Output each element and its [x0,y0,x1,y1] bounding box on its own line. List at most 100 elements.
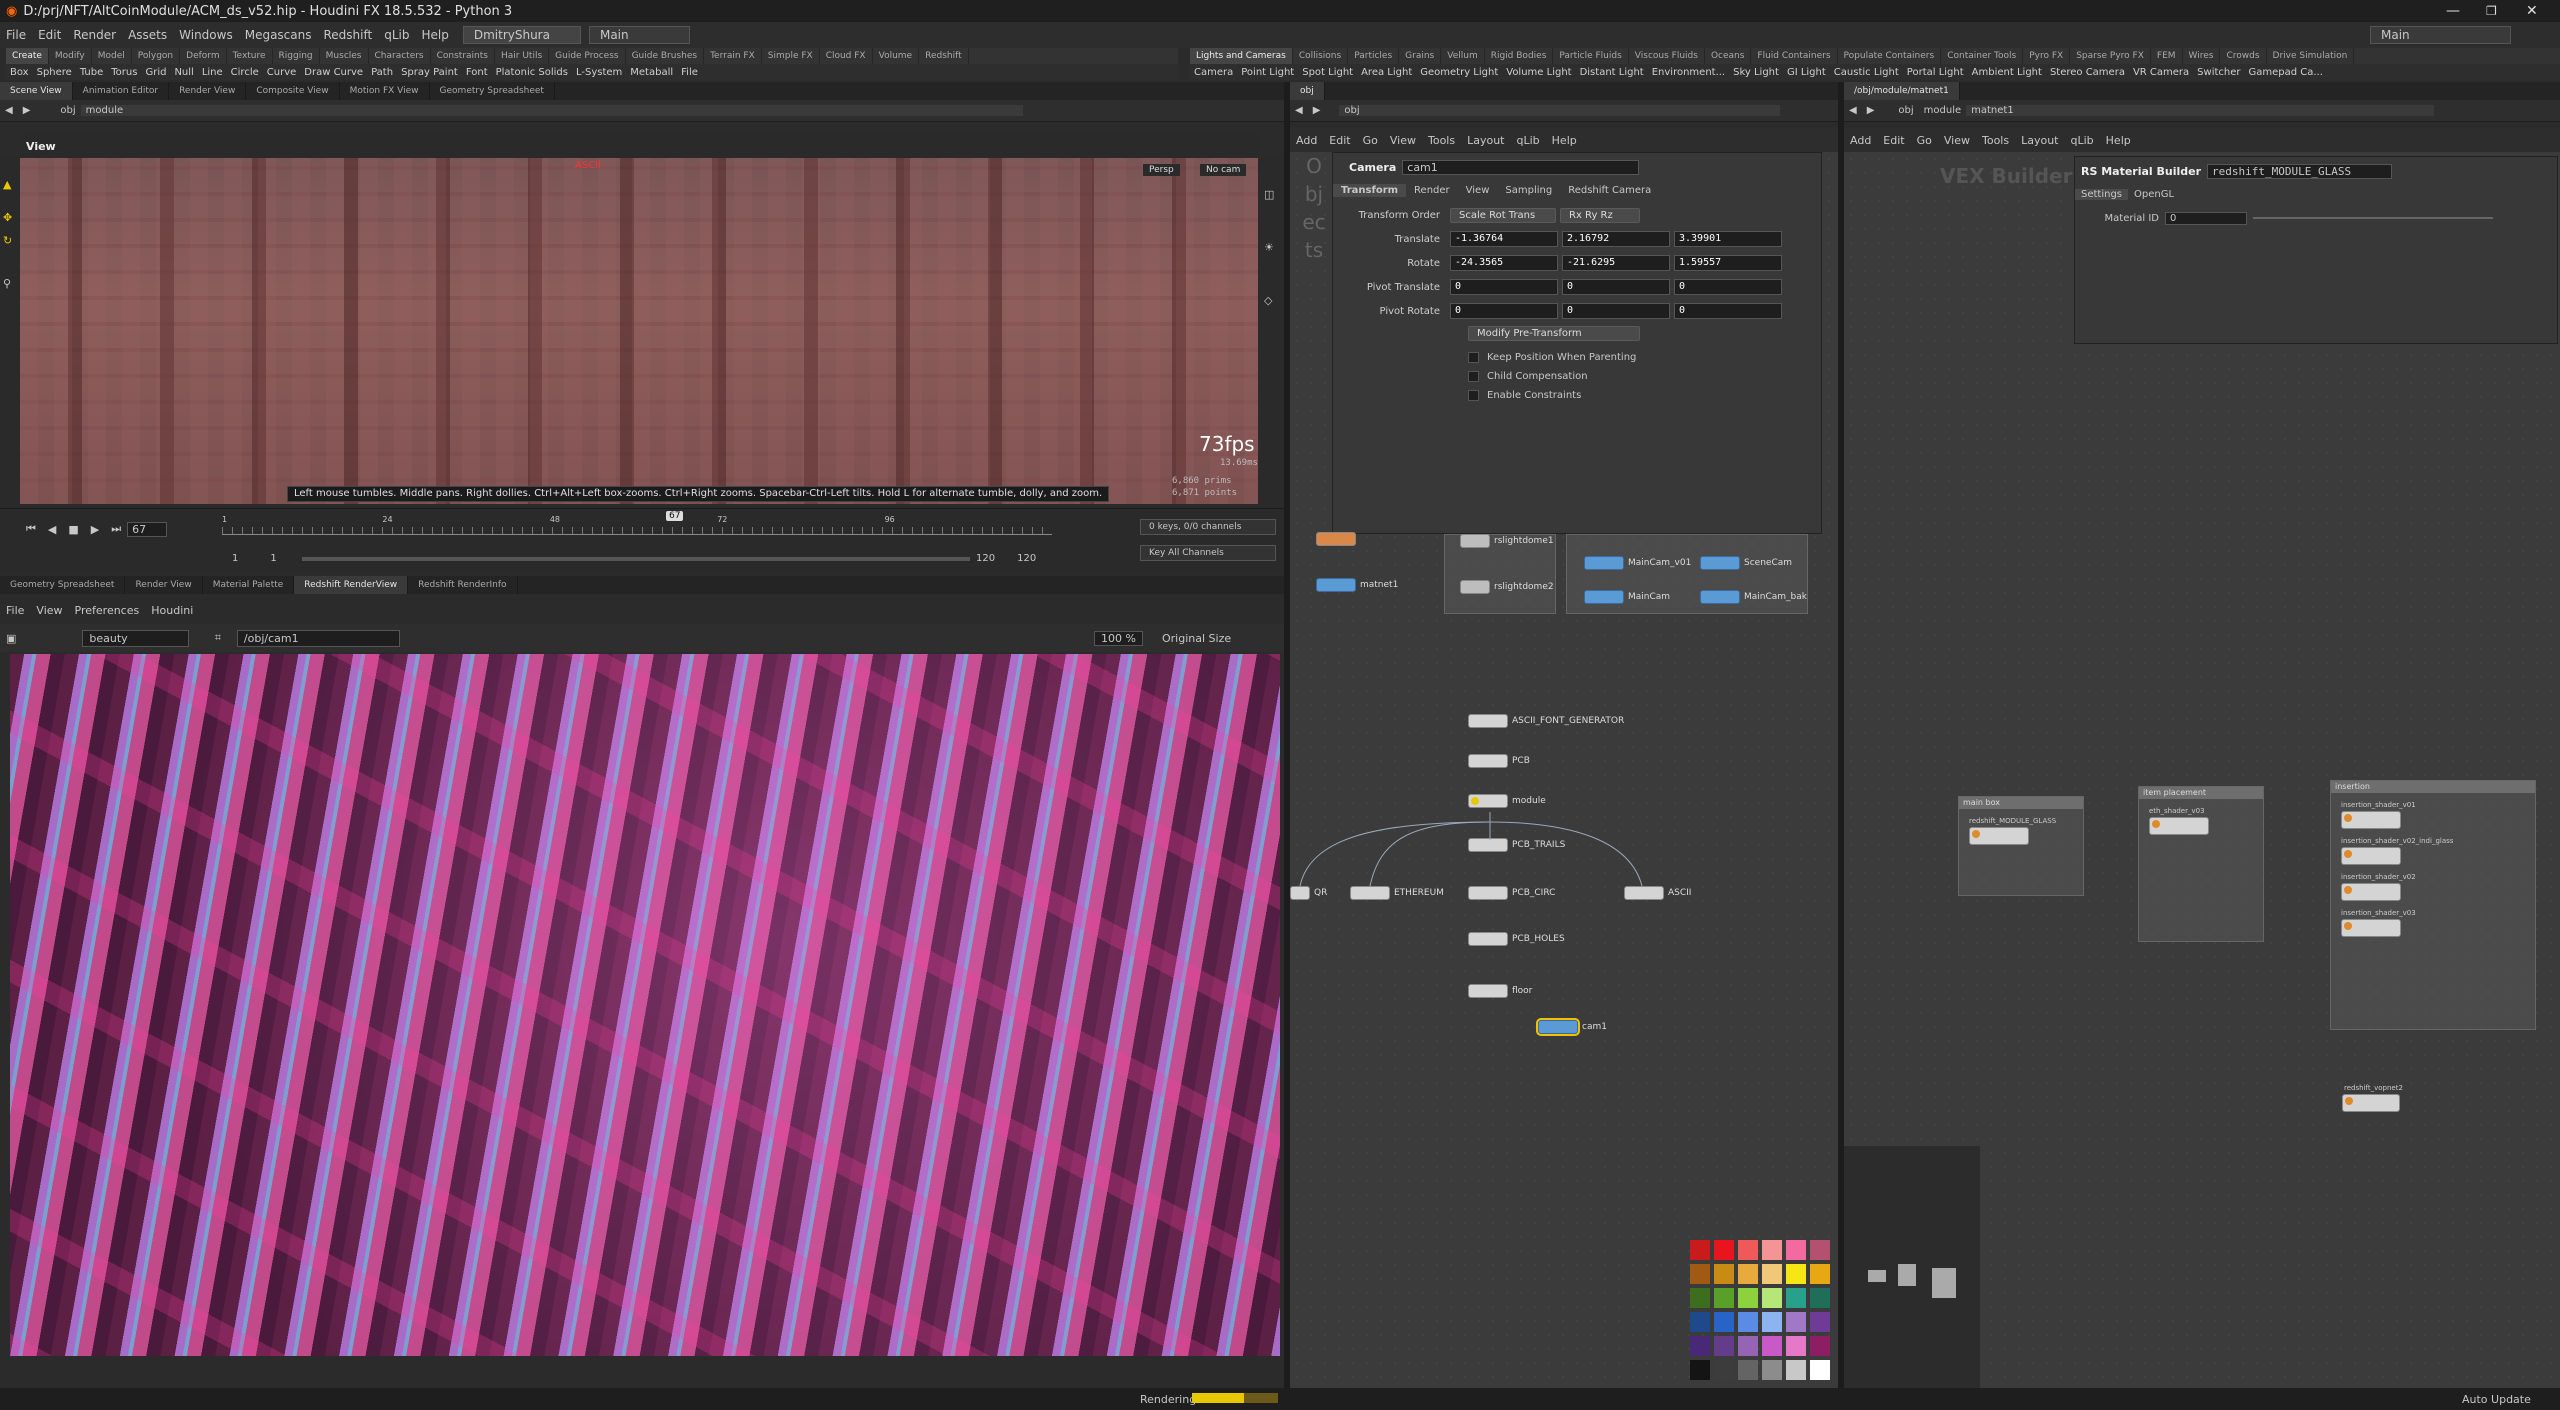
color-swatch[interactable] [1690,1264,1710,1284]
tab-composite-view[interactable]: Composite View [246,82,340,100]
camera-dropdown[interactable]: No cam [1200,164,1247,176]
material-id-field[interactable]: 0 [2165,211,2248,225]
stop-icon[interactable]: ■ [62,523,84,536]
shelf-tab-characters[interactable]: Characters [369,48,431,64]
size-dropdown[interactable]: Original Size [1156,632,1237,645]
color-swatch[interactable] [1714,1240,1734,1260]
obj-back-icon[interactable]: ◀ [1290,105,1308,116]
color-swatch[interactable] [1690,1288,1710,1308]
menu-go[interactable]: Go [1911,134,1938,147]
auto-update-button[interactable]: Auto Update [2456,1393,2537,1406]
menu-houdini[interactable]: Houdini [145,604,199,617]
shelf-tab-container-tools[interactable]: Container Tools [1941,48,2024,64]
tab-geometry-spreadsheet[interactable]: Geometry Spreadsheet [0,576,126,594]
crop-icon[interactable]: ⌗ [209,631,227,645]
param-field-y[interactable]: -21.6295 [1562,255,1670,271]
user-dropdown[interactable]: DmitryShura [462,26,581,44]
menu-edit[interactable]: Edit [1877,134,1910,147]
zoom-field[interactable]: 100 % [1094,630,1143,646]
color-swatch[interactable] [1738,1312,1758,1332]
tool-grid[interactable]: Grid [141,67,170,78]
menu-qlib[interactable]: qLib [378,28,415,42]
select-tool-icon[interactable]: ▲ [3,178,17,191]
tool-spray-paint[interactable]: Spray Paint [397,67,462,78]
tool-distant-light[interactable]: Distant Light [1576,67,1648,78]
param-field-y[interactable]: 0 [1562,303,1670,319]
shelf-tab-wires[interactable]: Wires [2183,48,2221,64]
menu-view[interactable]: View [1384,134,1422,147]
menu-qlib[interactable]: qLib [2065,134,2100,147]
tool-switcher[interactable]: Switcher [2193,67,2244,78]
menu-layout[interactable]: Layout [2015,134,2064,147]
back-icon[interactable]: ◀ [0,105,18,116]
shelf-tab-collisions[interactable]: Collisions [1293,48,1349,64]
tool-environment[interactable]: Environment... [1648,67,1729,78]
tool-camera[interactable]: Camera [1190,67,1237,78]
transform-order-dropdown[interactable]: Scale Rot Trans [1450,207,1556,223]
node-rslightdome2[interactable]: rslightdome2 [1460,580,1554,594]
end-frame-field[interactable]: 120 [970,553,1001,564]
camera-path-dropdown[interactable]: /obj/cam1 [236,629,400,647]
child-compensation-checkbox[interactable] [1468,370,1479,382]
node-maincam[interactable]: MainCam [1584,590,1670,604]
menu-render[interactable]: Render [67,28,122,42]
enable-constraints-checkbox[interactable] [1468,389,1479,401]
menu-tools[interactable]: Tools [1422,134,1461,147]
menu-tools[interactable]: Tools [1976,134,2015,147]
network-box-item-placement[interactable]: item placement eth_shader_v03 [2138,786,2264,942]
color-swatch[interactable] [1762,1240,1782,1260]
param-field-z[interactable]: 3.39901 [1674,231,1782,247]
desktop-right-dropdown[interactable]: Main [2370,26,2511,44]
tool-volume-light[interactable]: Volume Light [1502,67,1575,78]
color-swatch[interactable] [1738,1240,1758,1260]
param-field-x[interactable]: -24.3565 [1450,255,1558,271]
tool-tube[interactable]: Tube [76,67,107,78]
shelf-tab-cloud-fx[interactable]: Cloud FX [820,48,873,64]
desktop-dropdown[interactable]: Main [588,26,690,44]
color-swatch[interactable] [1810,1288,1830,1308]
tool-metaball[interactable]: Metaball [626,67,677,78]
menu-view[interactable]: View [30,604,68,617]
param-tab-view[interactable]: View [1458,184,1498,197]
color-swatch[interactable] [1762,1288,1782,1308]
tool-l-system[interactable]: L-System [572,67,626,78]
start2-frame-field[interactable]: 1 [264,553,282,564]
tab-material-palette[interactable]: Material Palette [203,576,295,594]
menu-file[interactable]: File [0,604,30,617]
menu-help[interactable]: Help [415,28,454,42]
shelf-tab-model[interactable]: Model [92,48,132,64]
start-frame-field[interactable]: 1 [226,553,244,564]
tool-null[interactable]: Null [170,67,197,78]
color-swatch[interactable] [1738,1288,1758,1308]
shelf-tab-rigging[interactable]: Rigging [273,48,320,64]
param-tab-redshift-camera[interactable]: Redshift Camera [1560,184,1659,197]
tool-box[interactable]: Box [6,67,33,78]
timeline-track[interactable]: 1 24 48 72 96 [222,515,1052,535]
maximize-icon[interactable]: ❐ [2480,4,2503,18]
jump-end-icon[interactable]: ⏭ [105,522,127,536]
tool-caustic-light[interactable]: Caustic Light [1830,67,1903,78]
color-swatch[interactable] [1714,1312,1734,1332]
color-swatch[interactable] [1810,1312,1830,1332]
color-swatch[interactable] [1786,1360,1806,1380]
shader-node-insertion-shader-v02[interactable] [2341,883,2401,901]
play-icon[interactable]: ▶ [85,523,105,536]
tool-gamepad-ca[interactable]: Gamepad Ca... [2245,67,2327,78]
minimize-icon[interactable]: — [2440,3,2466,19]
tool-spot-light[interactable]: Spot Light [1298,67,1357,78]
color-swatch[interactable] [1690,1336,1710,1356]
rotate-order-dropdown[interactable]: Rx Ry Rz [1560,207,1640,223]
tool-curve[interactable]: Curve [263,67,301,78]
shelf-tab-terrain-fx[interactable]: Terrain FX [704,48,762,64]
color-swatch[interactable] [1714,1336,1734,1356]
shelf-tab-polygon[interactable]: Polygon [132,48,181,64]
shelf-tab-texture[interactable]: Texture [227,48,273,64]
tool-circle[interactable]: Circle [227,67,263,78]
range-slider[interactable] [302,557,970,561]
menu-view[interactable]: View [1938,134,1976,147]
shelf-tab-muscles[interactable]: Muscles [320,48,369,64]
tab-opengl[interactable]: OpenGL [2128,189,2180,200]
menu-go[interactable]: Go [1357,134,1384,147]
rotate-tool-icon[interactable]: ↻ [3,234,17,247]
shelf-tab-populate-containers[interactable]: Populate Containers [1838,48,1942,64]
